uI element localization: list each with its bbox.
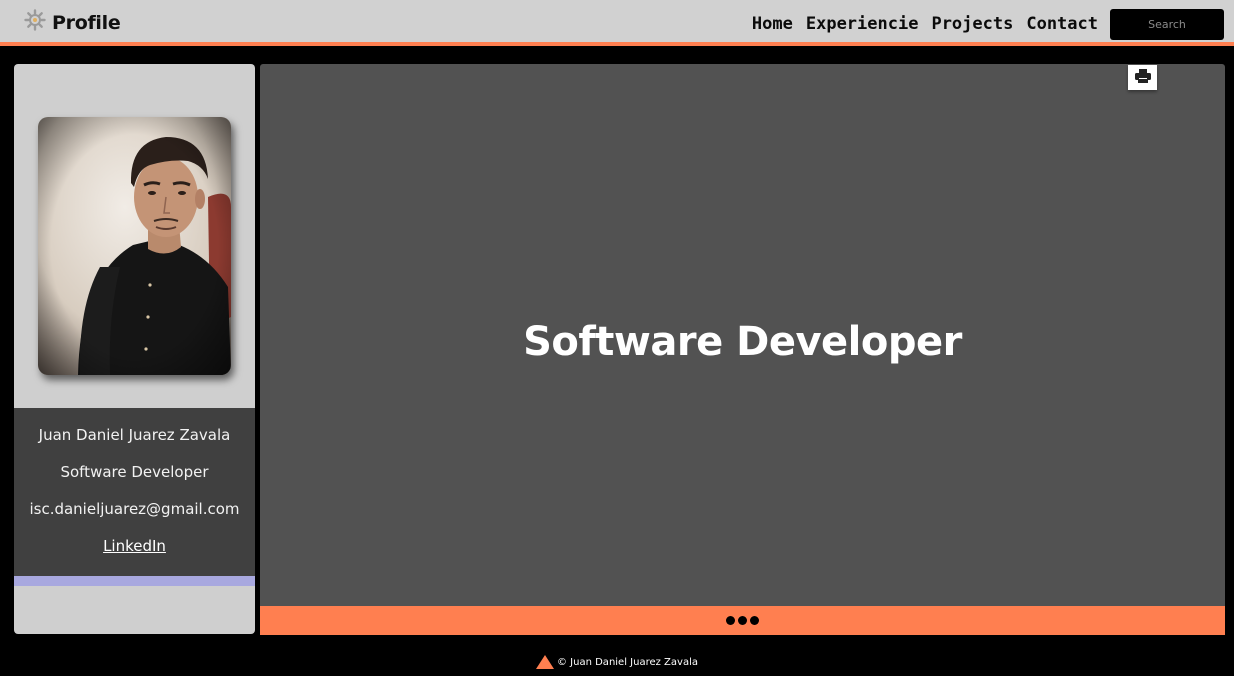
nav-contact[interactable]: Contact (1026, 12, 1098, 36)
linkedin-link[interactable]: LinkedIn (14, 537, 255, 555)
hero-title: Software Developer (523, 319, 962, 365)
triangle-icon (536, 655, 554, 669)
gear-icon (24, 9, 46, 31)
carousel-dot[interactable] (750, 616, 759, 625)
printer-icon (1134, 69, 1151, 86)
profile-photo (38, 117, 231, 375)
profile-info: Juan Daniel Juarez Zavala Software Devel… (14, 408, 255, 576)
profile-name: Juan Daniel Juarez Zavala (38, 426, 231, 444)
brand-title[interactable]: Profile (52, 12, 121, 34)
carousel-dot[interactable] (738, 616, 747, 625)
profile-role: Software Developer (60, 463, 209, 481)
page-footer: © Juan Daniel Juarez Zavala (0, 652, 1234, 672)
carousel-dot[interactable] (726, 616, 735, 625)
copyright-text: © Juan Daniel Juarez Zavala (557, 656, 698, 668)
main-panel: Software Developer (260, 64, 1225, 606)
nav-experiencie[interactable]: Experiencie (806, 12, 919, 36)
nav-projects[interactable]: Projects (931, 12, 1013, 36)
print-button[interactable] (1128, 65, 1157, 90)
profile-email: isc.danieljuarez@gmail.com (29, 500, 240, 518)
brand[interactable]: Profile (24, 8, 121, 38)
search-input[interactable] (1110, 9, 1224, 40)
main-nav: Home Experiencie Projects Contact (752, 12, 1098, 36)
top-navbar: Profile Home Experiencie Projects Contac… (0, 0, 1234, 46)
profile-card: Juan Daniel Juarez Zavala Software Devel… (14, 64, 255, 634)
nav-home[interactable]: Home (752, 12, 793, 36)
card-stripe (14, 576, 255, 586)
carousel-indicators (260, 606, 1225, 635)
